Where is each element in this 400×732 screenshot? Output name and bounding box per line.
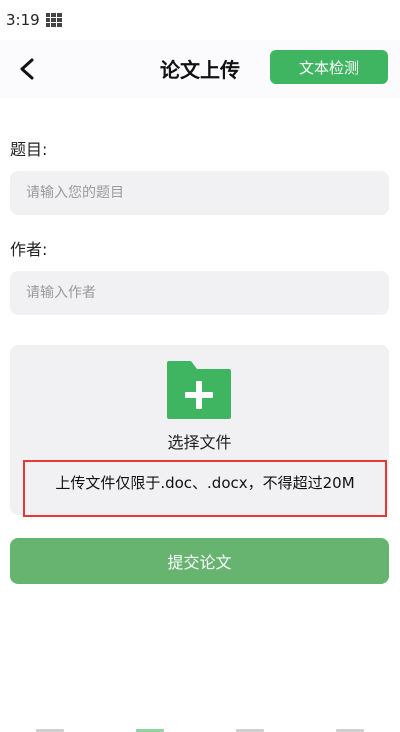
title-field-label: 题目: bbox=[10, 140, 48, 159]
status-time: 3:19 bbox=[6, 11, 40, 29]
bottom-nav bbox=[0, 722, 400, 732]
choose-file-button[interactable] bbox=[165, 359, 233, 421]
author-field-label: 作者: bbox=[10, 240, 48, 259]
status-bar: 3:19 bbox=[0, 0, 400, 40]
folder-plus-icon bbox=[167, 361, 231, 419]
text-check-button[interactable]: 文本检测 bbox=[270, 50, 388, 84]
title-input[interactable] bbox=[10, 171, 389, 215]
submit-paper-button[interactable]: 提交论文 bbox=[10, 538, 389, 584]
back-button[interactable] bbox=[10, 52, 44, 86]
choose-file-label: 选择文件 bbox=[167, 433, 232, 452]
header: 论文上传 文本检测 bbox=[0, 40, 400, 98]
file-restriction-text: 上传文件仅限于.doc、.docx，不得超过20M bbox=[55, 474, 355, 492]
file-restriction-notice: 上传文件仅限于.doc、.docx，不得超过20M bbox=[23, 460, 387, 517]
chevron-left-icon bbox=[20, 58, 34, 80]
app-grid-icon bbox=[45, 13, 62, 27]
main-content: 题目: 作者: 选择文件 上传文件仅限于.doc、.docx，不得超过20M 提… bbox=[0, 98, 400, 732]
author-input[interactable] bbox=[10, 271, 389, 315]
